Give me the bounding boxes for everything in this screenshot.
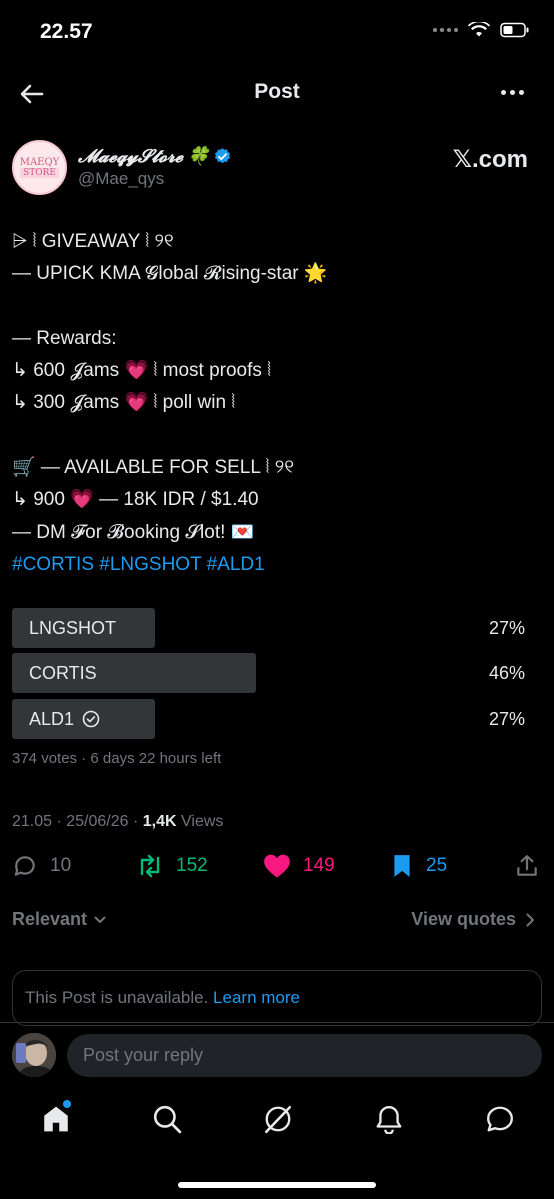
user-avatar[interactable] xyxy=(12,1033,56,1077)
poll-option-lngshot[interactable]: LNGSHOT 27% xyxy=(12,608,542,648)
poll-option-cortis[interactable]: CORTIS 46% xyxy=(12,653,542,693)
bookmark-icon xyxy=(394,855,410,877)
avatar-text-top: MAEQY xyxy=(19,157,60,168)
poll-option-label: LNGSHOT xyxy=(29,608,116,648)
post-line: ↳ 300 𝓙ams 💗 ⦚ poll win ⦚ xyxy=(12,392,236,414)
reply-icon xyxy=(14,856,35,876)
notifications-bell-icon[interactable] xyxy=(374,1104,404,1134)
post-text: ⩥ ⦚ GIVEAWAY ⦚ ୨୧ — UPICK KMA 𝓖lobal 𝓡is… xyxy=(12,226,542,581)
page-title: Post xyxy=(254,80,300,103)
more-options-icon[interactable] xyxy=(501,90,524,95)
learn-more-link[interactable]: Learn more xyxy=(213,988,300,1007)
reply-input[interactable] xyxy=(67,1034,542,1077)
poll-option-text: CORTIS xyxy=(29,663,97,683)
battery-icon xyxy=(500,22,529,38)
repost-count: 152 xyxy=(176,855,208,876)
poll-option-label: CORTIS xyxy=(29,653,97,693)
verified-badge-icon xyxy=(215,148,231,164)
avatar-text-bottom: STORE xyxy=(20,168,59,178)
like-count: 149 xyxy=(303,855,335,876)
poll-option-label: ALD1 xyxy=(29,699,100,739)
view-count: 1,4K xyxy=(142,813,177,830)
poll-option-percent: 27% xyxy=(488,618,525,638)
sort-dropdown[interactable]: Relevant xyxy=(12,909,107,930)
bookmark-count: 25 xyxy=(426,855,448,876)
view-quotes-link[interactable]: View quotes xyxy=(411,909,536,930)
notification-dot xyxy=(63,1100,71,1108)
author-handle[interactable]: @Mae_qys xyxy=(78,169,164,189)
home-icon[interactable] xyxy=(41,1104,71,1134)
share-button[interactable] xyxy=(514,853,540,879)
grok-icon[interactable] xyxy=(263,1104,293,1134)
poll-option-ald1[interactable]: ALD1 27% xyxy=(12,699,542,739)
user-avatar-image xyxy=(12,1033,56,1077)
view-quotes-label: View quotes xyxy=(411,909,516,929)
poll-option-text: LNGSHOT xyxy=(29,618,117,638)
author-display-name[interactable]: 𝓜𝓪𝓮𝓺𝔂𝓢𝓽𝓸𝓻𝓮 🍀 xyxy=(78,146,232,167)
status-time: 22.57 xyxy=(40,20,93,43)
unavailable-text: This Post is unavailable. xyxy=(25,988,214,1007)
like-button[interactable]: 149 xyxy=(263,853,335,879)
sort-label: Relevant xyxy=(12,909,88,929)
x-brand-label: 𝕏.com xyxy=(452,146,528,173)
wifi-icon xyxy=(468,22,490,37)
chevron-right-icon xyxy=(526,913,534,926)
author-name-text: 𝓜𝓪𝓮𝓺𝔂𝓢𝓽𝓸𝓻𝓮 xyxy=(78,146,183,167)
clover-emoji: 🍀 xyxy=(187,146,210,167)
views-label[interactable]: Views xyxy=(177,813,223,830)
search-icon[interactable] xyxy=(152,1104,182,1134)
divider xyxy=(0,1022,554,1023)
home-indicator xyxy=(178,1182,376,1188)
post-line: ↳ 900 💗 — 18K IDR / $1.40 xyxy=(12,489,259,511)
cellular-signal-icon xyxy=(433,28,458,32)
post-line: ⩥ ⦚ GIVEAWAY ⦚ ୨୧ xyxy=(12,231,174,252)
share-icon xyxy=(517,855,537,876)
poll-option-percent: 46% xyxy=(488,663,525,683)
bookmark-button[interactable]: 25 xyxy=(390,853,447,879)
post-line: — Rewards: xyxy=(12,327,117,349)
poll-meta: 374 votes · 6 days 22 hours left xyxy=(12,750,222,767)
poll-option-percent: 27% xyxy=(488,709,525,729)
post-line: — DM 𝓕or 𝓑ooking 𝓢lot! 💌 xyxy=(12,521,255,543)
unavailable-post-card: This Post is unavailable. Learn more xyxy=(12,970,542,1026)
timestamp-text: 21.05 · 25/06/26 · xyxy=(12,813,143,830)
repost-icon xyxy=(140,854,160,878)
chevron-down-icon xyxy=(94,916,106,923)
voted-check-icon xyxy=(82,710,100,728)
reply-count: 10 xyxy=(50,855,72,876)
messages-icon[interactable] xyxy=(485,1104,515,1134)
post-hashtags[interactable]: #CORTIS #LNGSHOT #ALD1 xyxy=(12,549,542,581)
author-avatar[interactable]: MAEQY STORE xyxy=(12,140,67,195)
post-line: 🛒 — AVAILABLE FOR SELL ⦚ ୨୧ xyxy=(12,457,295,479)
status-icons xyxy=(433,22,530,38)
repost-button[interactable]: 152 xyxy=(136,853,208,879)
post-timestamp: 21.05 · 25/06/26 · 1,4K Views xyxy=(12,813,223,831)
post-line: ↳ 600 𝓙ams 💗 ⦚ most proofs ⦚ xyxy=(12,360,272,382)
post-line: — UPICK KMA 𝓖lobal 𝓡ising-star 🌟 xyxy=(12,263,328,285)
reply-button[interactable]: 10 xyxy=(12,853,71,879)
heart-icon xyxy=(264,854,290,878)
poll-option-text: ALD1 xyxy=(29,709,75,729)
